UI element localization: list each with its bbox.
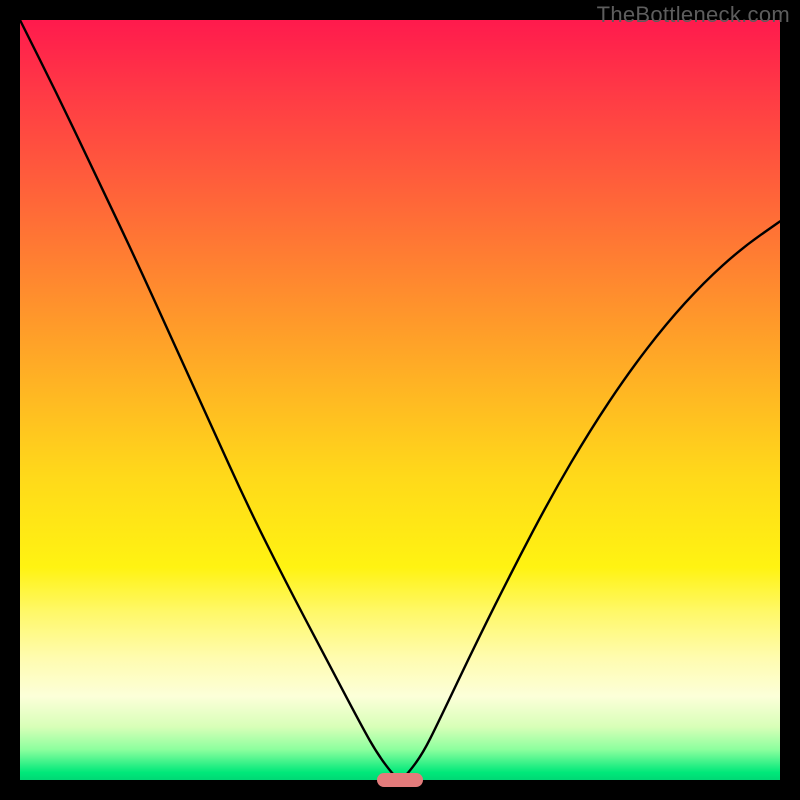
chart-frame: TheBottleneck.com — [0, 0, 800, 800]
watermark-text: TheBottleneck.com — [597, 2, 790, 28]
minimum-marker — [377, 773, 423, 787]
curve-svg — [20, 20, 780, 780]
plot-area — [20, 20, 780, 780]
bottleneck-curve-path — [20, 20, 780, 778]
